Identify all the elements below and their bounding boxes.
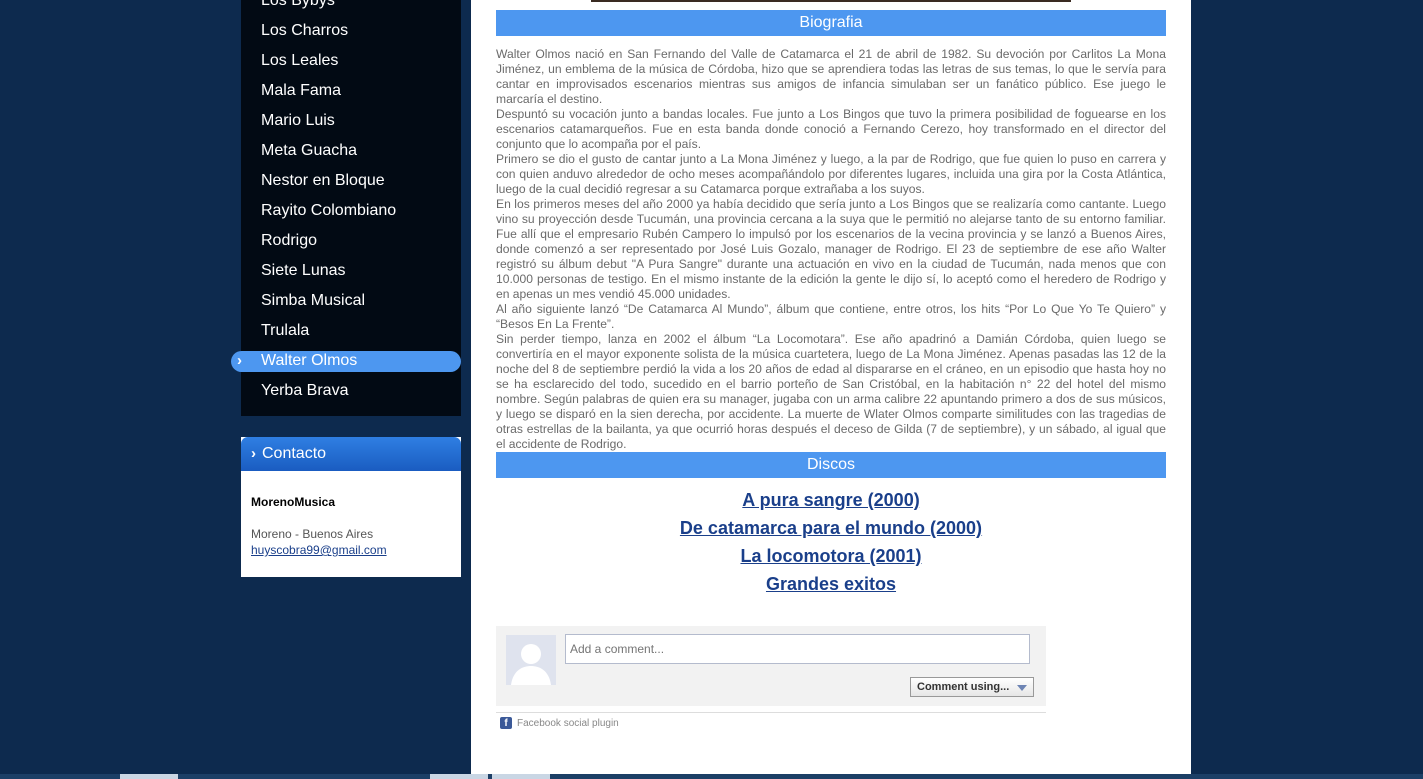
discs-list: A pura sangre (2000) De catamarca para e… xyxy=(496,486,1166,598)
bio-paragraph: Al año siguiente lanzó “De Catamarca Al … xyxy=(496,302,1166,331)
sidebar-item-los-leales[interactable]: Los Leales xyxy=(241,46,461,76)
biography-heading: Biografia xyxy=(496,10,1166,36)
os-taskbar xyxy=(0,774,1423,779)
contact-email-link[interactable]: huyscobra99@gmail.com xyxy=(251,543,387,557)
sidebar-item-label: Yerba Brava xyxy=(261,382,349,399)
comment-using-label: Comment using... xyxy=(917,681,1010,693)
sidebar-item-simba-musical[interactable]: Simba Musical xyxy=(241,286,461,316)
facebook-plugin-label: Facebook social plugin xyxy=(517,718,619,729)
dropdown-caret-icon xyxy=(1017,685,1027,691)
taskbar-button[interactable] xyxy=(120,774,178,779)
sidebar-item-rayito-colombiano[interactable]: Rayito Colombiano xyxy=(241,196,461,226)
comment-input[interactable] xyxy=(565,634,1030,664)
sidebar-item-label: Trulala xyxy=(261,322,310,339)
sidebar-item-label: Rayito Colombiano xyxy=(261,202,397,219)
header-image-edge xyxy=(591,0,1071,2)
facebook-logo-icon: f xyxy=(500,717,512,730)
sidebar-item-mario-luis[interactable]: Mario Luis xyxy=(241,106,461,136)
disc-link-de-catamarca-para-el-mundo[interactable]: De catamarca para el mundo (2000) xyxy=(496,514,1166,542)
bio-paragraph: Primero se dio el gusto de cantar junto … xyxy=(496,152,1166,196)
default-avatar-icon xyxy=(506,635,556,685)
sidebar-item-los-bybys[interactable]: Los Bybys xyxy=(241,0,461,16)
sidebar-item-label: Simba Musical xyxy=(261,292,366,309)
sidebar-item-label: Mario Luis xyxy=(261,112,335,129)
disc-link-a-pura-sangre[interactable]: A pura sangre (2000) xyxy=(496,486,1166,514)
contact-box: › Contacto MorenoMusica Moreno - Buenos A… xyxy=(241,437,461,577)
sidebar-item-label: Rodrigo xyxy=(261,232,318,249)
contact-title: Contacto xyxy=(262,445,327,462)
contact-location: Moreno - Buenos Aires xyxy=(251,527,374,541)
user-avatar-placeholder xyxy=(506,635,556,685)
sidebar-item-yerba-brava[interactable]: Yerba Brava xyxy=(241,376,461,406)
sidebar-artist-menu: Los Bybys Los Charros Los Leales Mala Fa… xyxy=(231,0,461,416)
sidebar-item-los-charros[interactable]: Los Charros xyxy=(241,16,461,46)
sidebar-item-label: Los Charros xyxy=(261,22,349,39)
contact-name: MorenoMusica xyxy=(251,495,336,509)
sidebar-item-label: Meta Guacha xyxy=(261,142,358,159)
bio-paragraph: En los primeros meses del año 2000 ya ha… xyxy=(496,197,1166,301)
discs-heading: Discos xyxy=(496,452,1166,478)
sidebar-item-label: Siete Lunas xyxy=(261,262,346,279)
bio-paragraph: Walter Olmos nació en San Fernando del V… xyxy=(496,47,1166,106)
bio-paragraph: Sin perder tiempo, lanza en 2002 el álbu… xyxy=(496,332,1166,451)
taskbar-button[interactable] xyxy=(430,774,488,779)
chevron-right-icon: › xyxy=(251,445,256,462)
sidebar-item-label: Los Bybys xyxy=(261,0,335,9)
chevron-right-icon: › xyxy=(237,352,242,369)
sidebar-item-label: Walter Olmos xyxy=(261,352,358,369)
sidebar-item-meta-guacha[interactable]: Meta Guacha xyxy=(241,136,461,166)
facebook-comments-box: Comment using... xyxy=(496,626,1046,706)
contact-header: › Contacto xyxy=(241,437,461,471)
main-content: Biografia Walter Olmos nació en San Fern… xyxy=(471,0,1191,779)
sidebar-item-rodrigo[interactable]: Rodrigo xyxy=(241,226,461,256)
taskbar-button[interactable] xyxy=(492,774,550,779)
sidebar-item-label: Nestor en Bloque xyxy=(261,172,385,189)
facebook-plugin-credit[interactable]: f Facebook social plugin xyxy=(500,717,619,731)
disc-link-grandes-exitos[interactable]: Grandes exitos xyxy=(496,570,1166,598)
disc-link-la-locomotora[interactable]: La locomotora (2001) xyxy=(496,542,1166,570)
artist-list: Los Bybys Los Charros Los Leales Mala Fa… xyxy=(231,0,461,406)
sidebar-item-mala-fama[interactable]: Mala Fama xyxy=(241,76,461,106)
bio-paragraph: Despuntó su vocación junto a bandas loca… xyxy=(496,107,1166,151)
divider xyxy=(496,712,1046,713)
sidebar-item-trulala[interactable]: Trulala xyxy=(241,316,461,346)
comment-using-dropdown[interactable]: Comment using... xyxy=(910,677,1034,697)
biography-text: Walter Olmos nació en San Fernando del V… xyxy=(496,47,1166,452)
sidebar-item-walter-olmos[interactable]: › Walter Olmos xyxy=(231,346,461,376)
sidebar-item-label: Mala Fama xyxy=(261,82,342,99)
sidebar-item-label: Los Leales xyxy=(261,52,339,69)
sidebar-item-siete-lunas[interactable]: Siete Lunas xyxy=(241,256,461,286)
sidebar-item-nestor-en-bloque[interactable]: Nestor en Bloque xyxy=(241,166,461,196)
